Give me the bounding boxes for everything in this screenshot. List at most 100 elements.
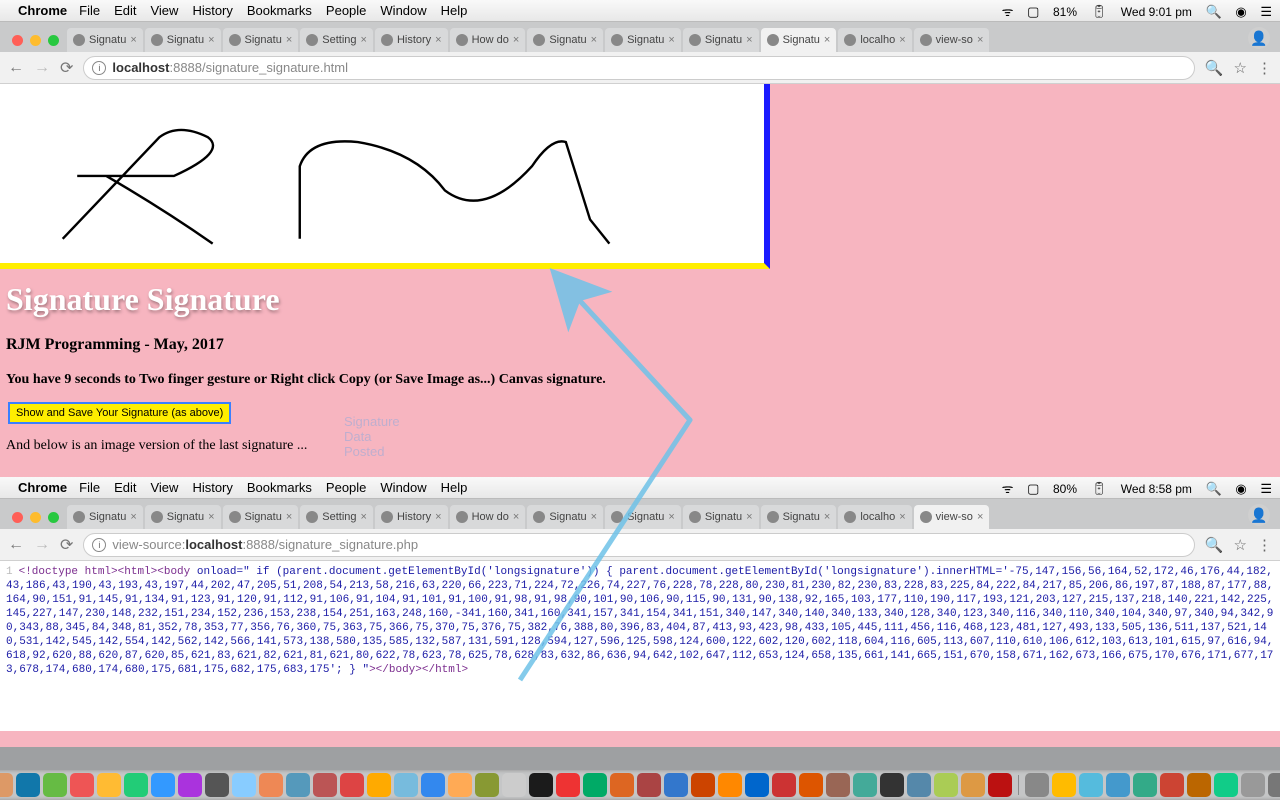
close-tab-icon[interactable]: × (130, 511, 136, 523)
minimize-window-icon[interactable] (30, 512, 41, 523)
browser-tab[interactable]: Signatu× (761, 28, 837, 52)
dock-app-icon[interactable] (1052, 773, 1076, 797)
browser-tab[interactable]: Signatu× (605, 505, 681, 529)
dock-app-icon[interactable] (16, 773, 40, 797)
dock-app-icon[interactable] (70, 773, 94, 797)
close-tab-icon[interactable]: × (208, 511, 214, 523)
menu-help[interactable]: Help (441, 3, 468, 18)
notification-center-icon[interactable]: ☰ (1260, 4, 1272, 19)
airplay-icon[interactable]: ▢ (1027, 481, 1039, 496)
browser-tab[interactable]: Signatu× (67, 28, 143, 52)
site-info-icon[interactable]: i (92, 538, 106, 552)
browser-tab[interactable]: Signatu× (761, 505, 837, 529)
dock-app-icon[interactable] (961, 773, 985, 797)
siri-icon[interactable]: ◉ (1235, 4, 1246, 19)
close-tab-icon[interactable]: × (591, 511, 597, 523)
view-source-content[interactable]: 1<!doctype html><html><body onload=" if … (0, 561, 1280, 731)
dock-app-icon[interactable] (880, 773, 904, 797)
menu-bookmarks[interactable]: Bookmarks (247, 480, 312, 495)
fullscreen-window-icon[interactable] (48, 512, 59, 523)
browser-tab[interactable]: Signatu× (683, 505, 759, 529)
menu-edit[interactable]: Edit (114, 3, 136, 18)
menu-edit[interactable]: Edit (114, 480, 136, 495)
dock-app-icon[interactable] (691, 773, 715, 797)
menu-history[interactable]: History (192, 480, 232, 495)
fullscreen-window-icon[interactable] (48, 35, 59, 46)
back-button[interactable]: ← (8, 59, 24, 77)
dock-app-icon[interactable] (1106, 773, 1130, 797)
profile-avatar-icon[interactable]: 👤 (1248, 27, 1270, 49)
dock-app-icon[interactable] (583, 773, 607, 797)
dock-app-icon[interactable] (502, 773, 526, 797)
dock-app-icon[interactable] (1268, 773, 1280, 797)
dock-app-icon[interactable] (0, 773, 13, 797)
browser-tab[interactable]: localho× (838, 28, 911, 52)
close-tab-icon[interactable]: × (361, 34, 367, 46)
reload-button[interactable]: ⟳ (60, 535, 73, 555)
notification-center-icon[interactable]: ☰ (1260, 481, 1272, 496)
browser-tab[interactable]: Signatu× (527, 28, 603, 52)
dock-app-icon[interactable] (286, 773, 310, 797)
dock-app-icon[interactable] (556, 773, 580, 797)
dock-app-icon[interactable] (529, 773, 553, 797)
dock-app-icon[interactable] (907, 773, 931, 797)
siri-icon[interactable]: ◉ (1235, 481, 1246, 496)
clock[interactable]: Wed 9:01 pm (1121, 5, 1192, 19)
dock-app-icon[interactable] (1187, 773, 1211, 797)
dock-app-icon[interactable] (421, 773, 445, 797)
spotlight-icon[interactable]: 🔍 (1206, 481, 1222, 496)
spotlight-icon[interactable]: 🔍 (1206, 4, 1222, 19)
chrome-menu-icon[interactable]: ⋮ (1257, 59, 1272, 77)
dock-app-icon[interactable] (394, 773, 418, 797)
browser-tab[interactable]: History× (375, 505, 448, 529)
zoom-icon[interactable]: 🔍 (1205, 59, 1224, 77)
dock-app-icon[interactable] (97, 773, 121, 797)
close-tab-icon[interactable]: × (435, 511, 441, 523)
dock-app-icon[interactable] (448, 773, 472, 797)
dock-app-icon[interactable] (367, 773, 391, 797)
minimize-window-icon[interactable] (30, 35, 41, 46)
dock-app-icon[interactable] (610, 773, 634, 797)
menu-people[interactable]: People (326, 480, 366, 495)
close-tab-icon[interactable]: × (286, 511, 292, 523)
close-tab-icon[interactable]: × (668, 511, 674, 523)
close-tab-icon[interactable]: × (824, 511, 830, 523)
menu-view[interactable]: View (150, 3, 178, 18)
menu-file[interactable]: File (79, 480, 100, 495)
browser-tab[interactable]: Signatu× (145, 505, 221, 529)
dock-app-icon[interactable] (664, 773, 688, 797)
menu-window[interactable]: Window (380, 3, 426, 18)
menu-people[interactable]: People (326, 3, 366, 18)
address-bar[interactable]: i view-source:localhost:8888/signature_s… (83, 533, 1194, 557)
dock-app-icon[interactable] (1133, 773, 1157, 797)
browser-tab[interactable]: Signatu× (223, 28, 299, 52)
close-tab-icon[interactable]: × (746, 511, 752, 523)
dock-app-icon[interactable] (151, 773, 175, 797)
dock-app-icon[interactable] (1214, 773, 1238, 797)
browser-tab[interactable]: localho× (838, 505, 911, 529)
dock-app-icon[interactable] (799, 773, 823, 797)
close-tab-icon[interactable]: × (668, 34, 674, 46)
close-window-icon[interactable] (12, 512, 23, 523)
browser-tab[interactable]: History× (375, 28, 448, 52)
airplay-icon[interactable]: ▢ (1027, 4, 1039, 19)
address-bar[interactable]: i localhost:8888/signature_signature.htm… (83, 56, 1194, 80)
dock-app-icon[interactable] (853, 773, 877, 797)
dock-app-icon[interactable] (718, 773, 742, 797)
menu-help[interactable]: Help (441, 480, 468, 495)
dock-app-icon[interactable] (259, 773, 283, 797)
browser-tab[interactable]: Setting× (300, 505, 373, 529)
dock-app-icon[interactable] (1079, 773, 1103, 797)
wifi-icon[interactable]: ᯤ (1002, 4, 1014, 19)
browser-tab[interactable]: Signatu× (527, 505, 603, 529)
dock-app-icon[interactable] (205, 773, 229, 797)
close-tab-icon[interactable]: × (591, 34, 597, 46)
dock-app-icon[interactable] (1241, 773, 1265, 797)
dock-app-icon[interactable] (1160, 773, 1184, 797)
chrome-menu-icon[interactable]: ⋮ (1257, 536, 1272, 554)
browser-tab[interactable]: Signatu× (605, 28, 681, 52)
browser-tab[interactable]: Signatu× (683, 28, 759, 52)
menubar-app[interactable]: Chrome (18, 3, 67, 18)
dock-app-icon[interactable] (934, 773, 958, 797)
close-tab-icon[interactable]: × (513, 511, 519, 523)
